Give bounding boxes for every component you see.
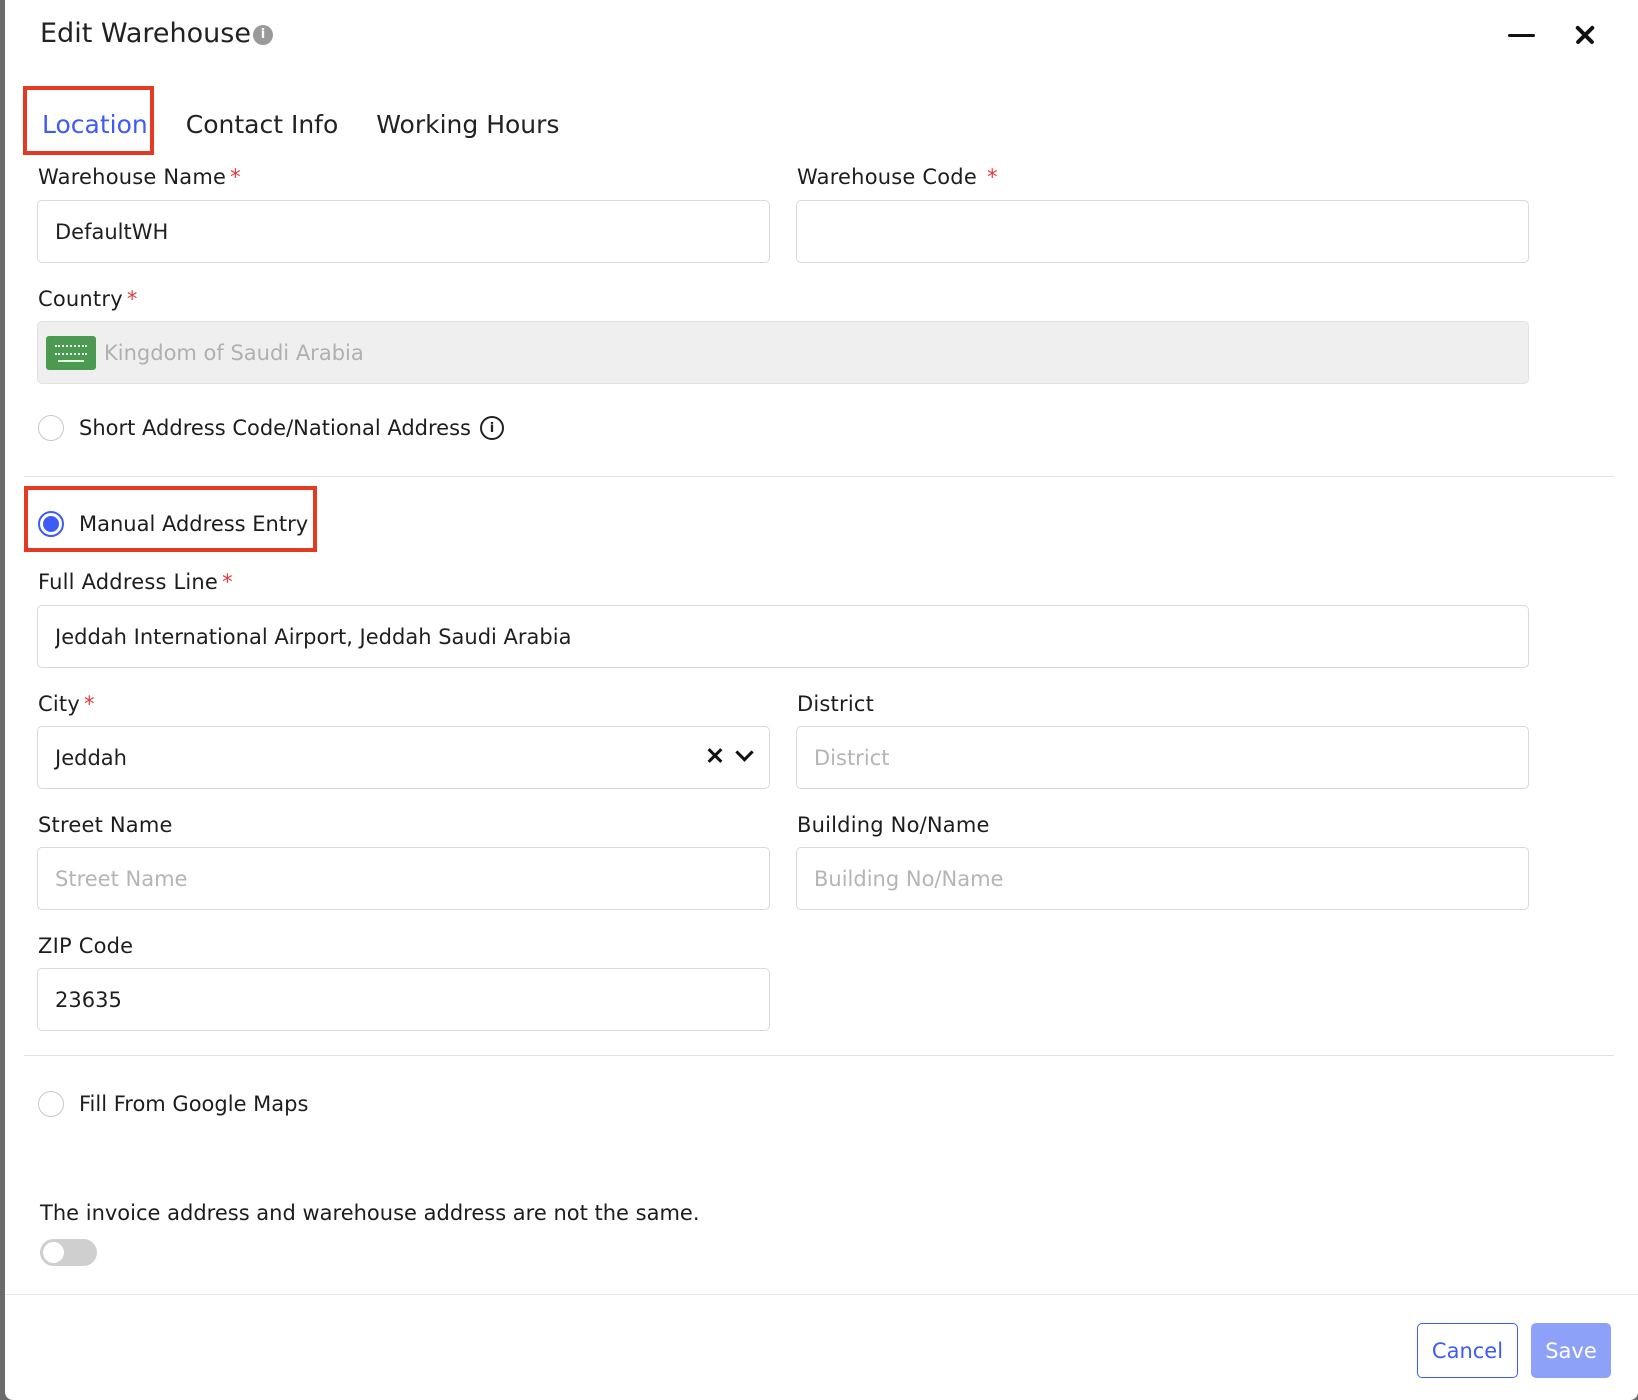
close-icon[interactable] [1569, 14, 1609, 54]
section-divider [24, 476, 1614, 477]
country-label-text: Country [38, 287, 123, 311]
zip-code-label: ZIP Code [38, 934, 134, 958]
street-name-label: Street Name [38, 813, 173, 837]
building-input[interactable] [796, 847, 1529, 910]
section-divider [24, 1055, 1614, 1056]
full-address-input[interactable] [37, 605, 1529, 668]
country-value: Kingdom of Saudi Arabia [104, 340, 364, 365]
street-name-input[interactable] [37, 847, 770, 910]
warehouse-name-label-text: Warehouse Name [38, 165, 227, 189]
tab-working-hours[interactable]: Working Hours [357, 89, 578, 161]
city-select-controls [706, 742, 754, 765]
country-label: Country * [38, 287, 138, 311]
district-input[interactable] [796, 726, 1529, 789]
google-maps-option[interactable]: Fill From Google Maps [38, 1091, 308, 1117]
manual-address-radio[interactable] [38, 511, 64, 537]
chevron-down-icon[interactable] [735, 742, 754, 762]
dialog-title: Edit Warehouse i [40, 18, 273, 49]
warehouse-code-label-text: Warehouse Code [797, 165, 977, 189]
full-address-label-text: Full Address Line [38, 570, 219, 594]
warehouse-code-input[interactable] [796, 200, 1529, 263]
minimize-icon[interactable] [1500, 14, 1540, 54]
info-icon[interactable]: i [252, 24, 273, 45]
country-select: Kingdom of Saudi Arabia [37, 321, 1529, 384]
edit-warehouse-dialog: Edit Warehouse i Location Contact Info W… [5, 0, 1638, 1400]
required-marker: * [986, 165, 998, 189]
warehouse-name-input[interactable] [37, 200, 770, 263]
required-marker: * [126, 287, 138, 311]
zip-code-input[interactable] [37, 968, 770, 1031]
invoice-address-note: The invoice address and warehouse addres… [40, 1201, 700, 1225]
short-address-label: Short Address Code/National Address [79, 416, 471, 440]
manual-address-option[interactable]: Manual Address Entry [38, 511, 308, 537]
building-label: Building No/Name [797, 813, 990, 837]
required-marker: * [230, 165, 241, 189]
city-value: Jeddah [55, 745, 127, 770]
dialog-title-text: Edit Warehouse [40, 18, 251, 49]
info-circle-icon[interactable]: i [480, 416, 504, 440]
google-maps-radio[interactable] [38, 1091, 64, 1117]
full-address-label: Full Address Line * [38, 570, 233, 594]
tab-contact-info[interactable]: Contact Info [167, 89, 358, 161]
warehouse-name-label: Warehouse Name * [38, 165, 241, 189]
district-label: District [797, 692, 875, 716]
cancel-button[interactable]: Cancel [1417, 1323, 1518, 1378]
short-address-option[interactable]: Short Address Code/National Address i [38, 415, 504, 441]
save-button[interactable]: Save [1531, 1323, 1611, 1378]
tab-location[interactable]: Location [23, 89, 167, 161]
manual-address-label: Manual Address Entry [79, 512, 309, 536]
required-marker: * [83, 692, 95, 716]
required-marker: * [222, 570, 233, 594]
google-maps-label: Fill From Google Maps [79, 1092, 309, 1116]
short-address-radio[interactable] [38, 415, 64, 441]
city-label-text: City [38, 692, 80, 716]
city-select[interactable]: Jeddah [37, 726, 770, 789]
warehouse-code-label: Warehouse Code * [797, 165, 998, 189]
saudi-arabia-flag-icon [46, 335, 96, 370]
invoice-address-toggle[interactable] [40, 1239, 97, 1266]
clear-icon[interactable] [706, 745, 724, 765]
tab-bar: Location Contact Info Working Hours [23, 89, 578, 161]
city-label: City * [38, 692, 95, 716]
footer-divider [5, 1294, 1638, 1295]
